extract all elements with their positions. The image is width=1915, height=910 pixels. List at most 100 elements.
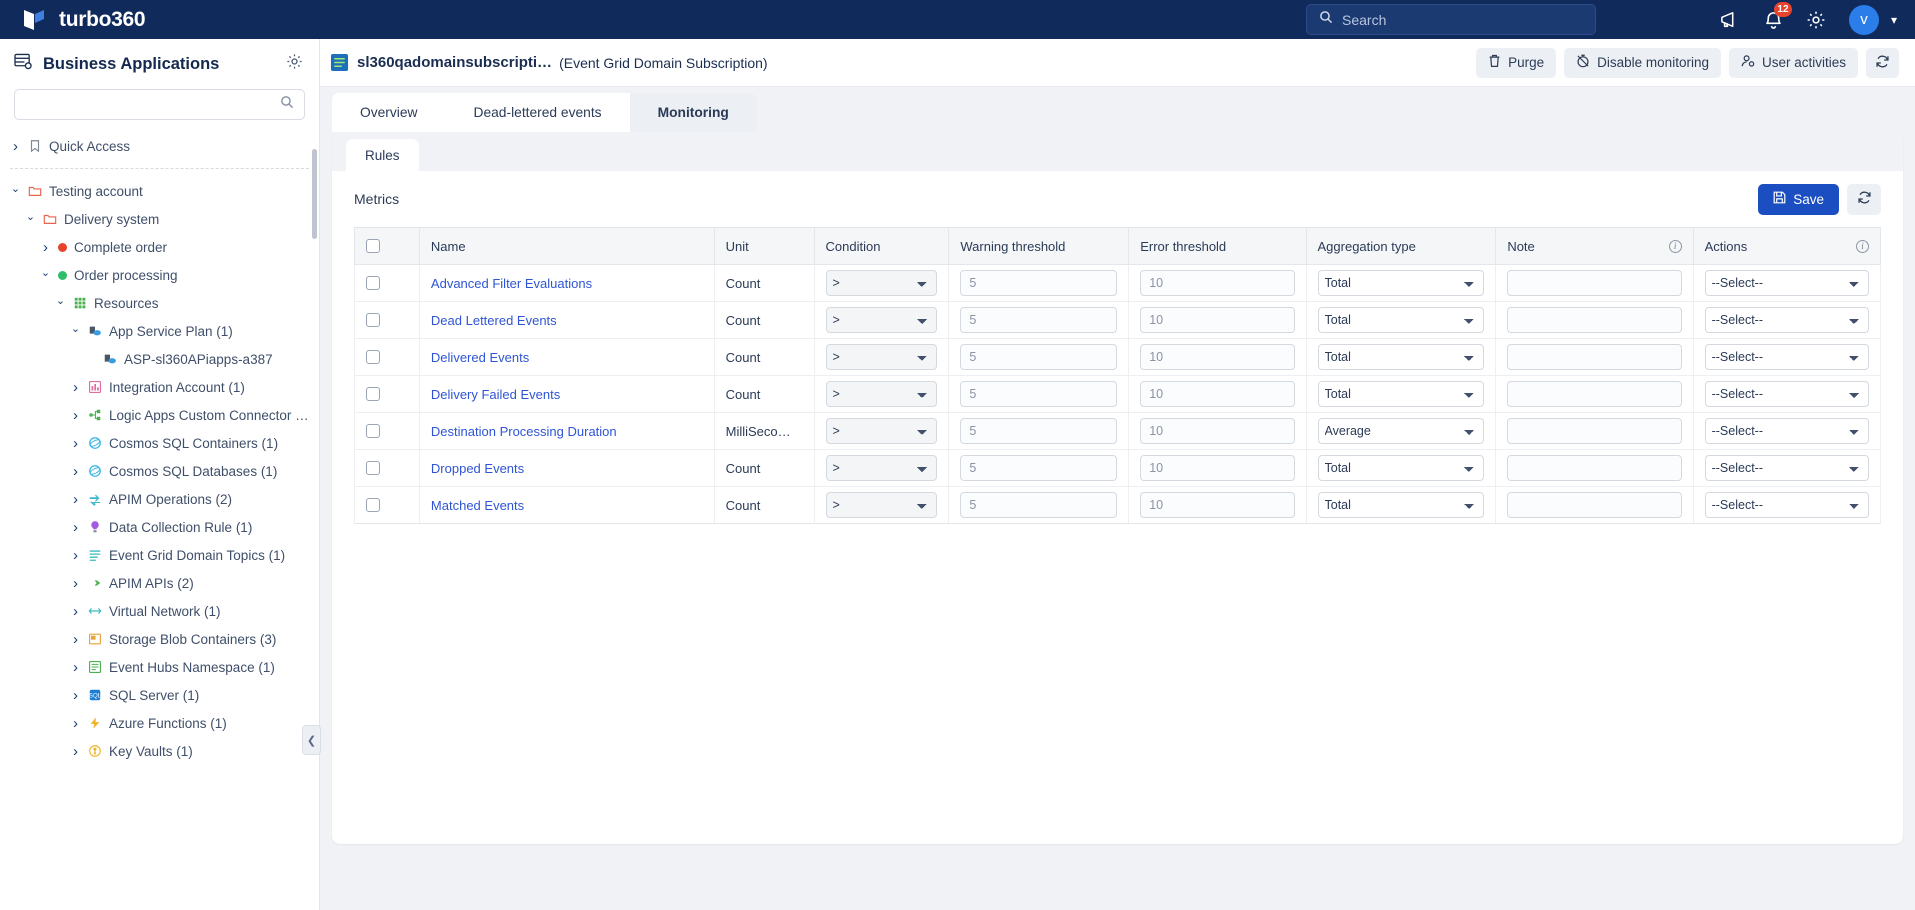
- warning-threshold-input[interactable]: [960, 270, 1118, 296]
- tree-item-event-grid-domain-topics-1[interactable]: › Event Grid Domain Topics (1): [0, 541, 319, 569]
- tree-item-resources[interactable]: ⌄ Resources: [0, 289, 319, 317]
- tree-item-apim-apis-2[interactable]: › APIM APIs (2): [0, 569, 319, 597]
- metric-name-link[interactable]: Matched Events: [431, 498, 703, 513]
- tree-item-sql-server-1[interactable]: › SQL SQL Server (1): [0, 681, 319, 709]
- search-input[interactable]: [1342, 11, 1583, 28]
- tab-dead-lettered-events[interactable]: Dead-lettered events: [445, 93, 630, 132]
- note-input[interactable]: [1507, 344, 1682, 370]
- actions-select[interactable]: --Select--: [1704, 455, 1869, 481]
- condition-select[interactable]: >: [825, 270, 938, 296]
- tree-item-order-processing[interactable]: ⌄ Order processing: [0, 261, 319, 289]
- note-input[interactable]: [1507, 418, 1682, 444]
- tree-item-integration-account-1[interactable]: › Integration Account (1): [0, 373, 319, 401]
- row-checkbox[interactable]: [366, 276, 380, 290]
- error-threshold-input[interactable]: [1140, 418, 1295, 444]
- warning-threshold-input[interactable]: [960, 344, 1118, 370]
- chevron-right-icon[interactable]: ›: [70, 603, 81, 620]
- error-threshold-input[interactable]: [1140, 344, 1295, 370]
- condition-select[interactable]: >: [825, 344, 938, 370]
- tree-item-testing-account[interactable]: ⌄ Testing account: [0, 177, 319, 205]
- condition-select[interactable]: >: [825, 492, 938, 518]
- sidebar-settings-gear-icon[interactable]: [286, 53, 303, 75]
- chevron-right-icon[interactable]: ›: [40, 239, 51, 256]
- sidebar-search-box[interactable]: [14, 89, 305, 120]
- purge-button[interactable]: Purge: [1476, 47, 1557, 78]
- disable-monitoring-button[interactable]: Disable monitoring: [1564, 47, 1721, 78]
- tree-item-complete-order[interactable]: › Complete order: [0, 233, 319, 261]
- row-checkbox[interactable]: [366, 461, 380, 475]
- sidebar-scrollbar[interactable]: [312, 149, 317, 239]
- chevron-right-icon[interactable]: ›: [70, 435, 81, 452]
- chevron-down-icon[interactable]: ⌄: [70, 322, 81, 335]
- chevron-right-icon[interactable]: ›: [70, 407, 81, 424]
- save-button[interactable]: Save: [1758, 183, 1839, 215]
- announcement-icon[interactable]: [1719, 11, 1741, 29]
- tab-overview[interactable]: Overview: [332, 93, 446, 132]
- metric-name-link[interactable]: Destination Processing Duration: [431, 424, 703, 439]
- warning-threshold-input[interactable]: [960, 307, 1118, 333]
- error-threshold-input[interactable]: [1140, 307, 1295, 333]
- actions-select[interactable]: --Select--: [1704, 492, 1869, 518]
- gear-icon[interactable]: [1806, 10, 1826, 30]
- error-threshold-input[interactable]: [1140, 455, 1295, 481]
- chevron-down-icon[interactable]: ⌄: [55, 294, 66, 307]
- actions-select[interactable]: --Select--: [1704, 381, 1869, 407]
- info-icon[interactable]: i: [1668, 239, 1682, 253]
- chevron-right-icon[interactable]: ›: [70, 519, 81, 536]
- note-input[interactable]: [1507, 492, 1682, 518]
- note-input[interactable]: [1507, 455, 1682, 481]
- aggregation-type-select[interactable]: Total: [1317, 270, 1485, 296]
- actions-select[interactable]: --Select--: [1704, 307, 1869, 333]
- tree-item-storage-blob-containers-3[interactable]: › Storage Blob Containers (3): [0, 625, 319, 653]
- tree-item-asp-sl360apiapps-a387[interactable]: ASP-sl360APiapps-a387: [0, 345, 319, 373]
- user-activities-button[interactable]: User activities: [1728, 47, 1858, 78]
- warning-threshold-input[interactable]: [960, 492, 1118, 518]
- condition-select[interactable]: >: [825, 307, 938, 333]
- chevron-right-icon[interactable]: ›: [70, 547, 81, 564]
- chevron-right-icon[interactable]: ›: [70, 687, 81, 704]
- tree-item-cosmos-sql-containers-1[interactable]: › Cosmos SQL Containers (1): [0, 429, 319, 457]
- tab-monitoring[interactable]: Monitoring: [629, 93, 757, 132]
- chevron-right-icon[interactable]: ›: [70, 463, 81, 480]
- chevron-down-icon[interactable]: ⌄: [25, 210, 36, 223]
- chevron-right-icon[interactable]: ›: [70, 379, 81, 396]
- tree-item-virtual-network-1[interactable]: › Virtual Network (1): [0, 597, 319, 625]
- warning-threshold-input[interactable]: [960, 418, 1118, 444]
- tree-item-apim-operations-2[interactable]: › APIM Operations (2): [0, 485, 319, 513]
- aggregation-type-select[interactable]: Average: [1317, 418, 1485, 444]
- tree-item-event-hubs-namespace-1[interactable]: › Event Hubs Namespace (1): [0, 653, 319, 681]
- warning-threshold-input[interactable]: [960, 381, 1118, 407]
- aggregation-type-select[interactable]: Total: [1317, 381, 1485, 407]
- tree-item-data-collection-rule-1[interactable]: › Data Collection Rule (1): [0, 513, 319, 541]
- chevron-right-icon[interactable]: ›: [70, 659, 81, 676]
- aggregation-type-select[interactable]: Total: [1317, 492, 1485, 518]
- aggregation-type-select[interactable]: Total: [1317, 344, 1485, 370]
- tab-rules[interactable]: Rules: [346, 139, 419, 171]
- chevron-right-icon[interactable]: ›: [70, 715, 81, 732]
- row-checkbox[interactable]: [366, 313, 380, 327]
- bell-icon[interactable]: 12: [1764, 1, 1792, 30]
- error-threshold-input[interactable]: [1140, 492, 1295, 518]
- global-search-box[interactable]: [1306, 4, 1596, 35]
- row-checkbox[interactable]: [366, 350, 380, 364]
- actions-select[interactable]: --Select--: [1704, 344, 1869, 370]
- note-input[interactable]: [1507, 381, 1682, 407]
- sidebar-collapse-button[interactable]: ❮: [302, 725, 321, 755]
- row-checkbox[interactable]: [366, 424, 380, 438]
- actions-select[interactable]: --Select--: [1704, 270, 1869, 296]
- condition-select[interactable]: >: [825, 455, 938, 481]
- brand-logo-area[interactable]: turbo360: [0, 8, 146, 32]
- tree-item-logic-apps-custom-connector-1[interactable]: › Logic Apps Custom Connector (1): [0, 401, 319, 429]
- tree-item-app-service-plan-1[interactable]: ⌄ App Service Plan (1): [0, 317, 319, 345]
- chevron-right-icon[interactable]: ›: [70, 575, 81, 592]
- chevron-right-icon[interactable]: ›: [10, 138, 21, 155]
- metrics-refresh-button[interactable]: [1847, 183, 1881, 215]
- chevron-right-icon[interactable]: ›: [70, 743, 81, 760]
- row-checkbox[interactable]: [366, 498, 380, 512]
- row-checkbox[interactable]: [366, 387, 380, 401]
- user-menu[interactable]: v ▾: [1848, 4, 1897, 35]
- note-input[interactable]: [1507, 307, 1682, 333]
- sidebar-search-input[interactable]: [25, 97, 280, 112]
- header-refresh-button[interactable]: [1866, 47, 1899, 78]
- note-input[interactable]: [1507, 270, 1682, 296]
